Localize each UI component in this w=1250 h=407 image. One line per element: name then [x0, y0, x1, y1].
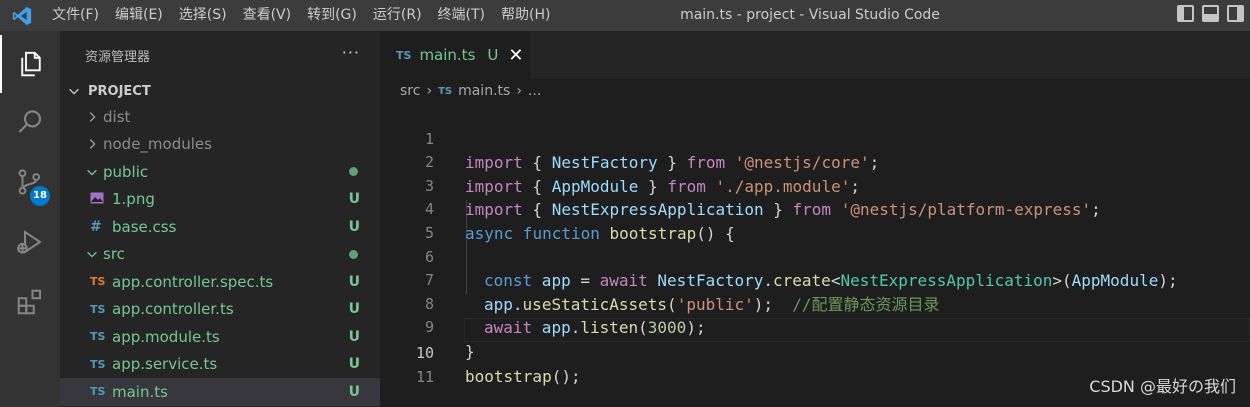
tree-item-label: app.service.ts [112, 355, 218, 374]
tree-item-label: app.module.ts [112, 327, 220, 346]
tree-item-app-controller-spec-ts[interactable]: TS app.controller.spec.ts U [60, 268, 380, 296]
untracked-badge: U [348, 191, 360, 208]
explorer-header: 资源管理器 ··· [60, 31, 380, 79]
chevron-down-icon [84, 246, 100, 262]
breadcrumb-folder[interactable]: src [400, 83, 420, 99]
menu-view[interactable]: 查看(V) [235, 0, 300, 31]
code-line: 10 bootstrap(); [380, 318, 1250, 387]
css-file-icon: # [90, 218, 102, 235]
chevron-right-icon: › [426, 83, 433, 99]
tree-item-label: main.ts [112, 382, 168, 401]
typescript-test-file-icon: TS [90, 275, 106, 289]
code-line: 2 import { AppModule } from './app.modul… [380, 128, 1250, 196]
run-debug-icon[interactable] [0, 213, 60, 271]
untracked-badge: U [348, 273, 360, 290]
source-control-icon[interactable]: 18 [0, 153, 60, 211]
tree-item-label: public [103, 162, 149, 181]
breadcrumb-symbol[interactable]: ... [528, 83, 541, 99]
untracked-badge: U [348, 218, 360, 235]
typescript-file-icon: TS [90, 385, 106, 399]
untracked-badge: U [348, 356, 360, 373]
explorer-title: 资源管理器 [85, 49, 151, 65]
line-number: 11 [415, 367, 434, 386]
tab-label: main.ts [419, 46, 476, 64]
activity-bar: 18 [0, 31, 60, 407]
menu-terminal[interactable]: 终端(T) [430, 0, 493, 31]
code-line: 8 await app.listen(3000); [380, 269, 1250, 338]
typescript-file-icon: TS [90, 330, 106, 344]
typescript-file-icon: TS [438, 85, 453, 97]
tree-item-label: node_modules [103, 135, 212, 154]
breadcrumb-file[interactable]: main.ts [458, 83, 510, 99]
layout-controls [1177, 5, 1244, 22]
code-line: 4 async function bootstrap() { [380, 175, 1250, 243]
menu-file[interactable]: 文件(F) [44, 0, 107, 31]
tree-item-main-ts[interactable]: TS main.ts U [60, 378, 380, 406]
watermark: CSDN @最好の我们 [1089, 377, 1236, 396]
menu-selection[interactable]: 选择(S) [171, 0, 235, 31]
menu-help[interactable]: 帮助(H) [493, 0, 558, 31]
menu-go[interactable]: 转到(G) [299, 0, 365, 31]
toggle-primary-sidebar-icon[interactable] [1177, 5, 1194, 22]
tree-item-label: base.css [112, 217, 177, 236]
code-line: 1 import { NestFactory } from '@nestjs/c… [380, 104, 1250, 173]
menu-bar: 文件(F) 编辑(E) 选择(S) 查看(V) 转到(G) 运行(R) 终端(T… [44, 0, 558, 31]
code-line: 9 } [380, 293, 1250, 361]
tree-item-label: app.controller.ts [112, 300, 234, 319]
untracked-badge: U [348, 328, 360, 345]
breadcrumb: src › TS main.ts › ... [380, 79, 1250, 103]
tree-item-label: dist [103, 107, 131, 126]
close-icon[interactable]: ✕ [508, 45, 523, 66]
vscode-logo-icon [0, 0, 44, 31]
typescript-file-icon: TS [396, 48, 412, 62]
code-line: 7 app.useStaticAssets('public'); //配置静态资… [380, 246, 1250, 314]
more-actions-icon[interactable]: ··· [342, 43, 360, 62]
code-line: 11 [380, 342, 1250, 386]
chevron-right-icon: › [516, 83, 522, 99]
tree-item-src[interactable]: src [60, 241, 380, 269]
project-name: PROJECT [88, 83, 151, 99]
toggle-panel-icon[interactable] [1202, 5, 1219, 22]
code-line: 5 [380, 198, 1250, 242]
editor-tab-bar: TS main.ts U ✕ [380, 31, 1250, 79]
tree-item-label: app.controller.spec.ts [112, 272, 274, 291]
title-bar: 文件(F) 编辑(E) 选择(S) 查看(V) 转到(G) 运行(R) 终端(T… [0, 0, 1250, 31]
extensions-icon[interactable] [0, 273, 60, 331]
chevron-right-icon [84, 136, 100, 152]
source-control-badge: 18 [30, 186, 50, 206]
chevron-right-icon [84, 109, 100, 125]
search-icon[interactable] [0, 93, 60, 151]
chevron-down-icon [66, 83, 82, 99]
modified-dot-icon [349, 167, 358, 177]
code-line: 3 import { NestExpressApplication } from… [380, 151, 1250, 220]
tab-untracked-badge: U [487, 46, 499, 64]
tab-main-ts[interactable]: TS main.ts U ✕ [380, 31, 530, 79]
tree-item-node-modules[interactable]: node_modules [60, 131, 380, 159]
explorer-icon[interactable] [0, 35, 60, 93]
image-file-icon [90, 192, 112, 207]
tree-item-label: src [103, 245, 125, 264]
explorer-sidebar: 资源管理器 ··· PROJECT dist node_modules publ… [60, 31, 380, 407]
tree-item-dist[interactable]: dist [60, 103, 380, 131]
tree-item-app-module-ts[interactable]: TS app.module.ts U [60, 323, 380, 351]
tree-item-public[interactable]: public [60, 158, 380, 186]
untracked-badge: U [348, 383, 360, 400]
untracked-badge: U [348, 301, 360, 318]
tree-item-base-css[interactable]: # base.css U [60, 213, 380, 241]
code-line: 6 const app = await NestFactory.create<N… [380, 222, 1250, 291]
tree-item-app-controller-ts[interactable]: TS app.controller.ts U [60, 296, 380, 324]
code-editor[interactable]: 1 import { NestFactory } from '@nestjs/c… [380, 104, 1250, 407]
tree-item-app-service-ts[interactable]: TS app.service.ts U [60, 351, 380, 379]
menu-edit[interactable]: 编辑(E) [107, 0, 171, 31]
tree-item-1-png[interactable]: 1.png U [60, 186, 380, 214]
typescript-file-icon: TS [90, 357, 106, 371]
modified-dot-icon [349, 249, 358, 259]
toggle-secondary-sidebar-icon[interactable] [1227, 5, 1244, 22]
menu-run[interactable]: 运行(R) [365, 0, 430, 31]
project-section-header[interactable]: PROJECT [60, 79, 380, 103]
typescript-file-icon: TS [90, 302, 106, 316]
chevron-down-icon [84, 164, 100, 180]
tree-item-label: 1.png [112, 190, 155, 209]
